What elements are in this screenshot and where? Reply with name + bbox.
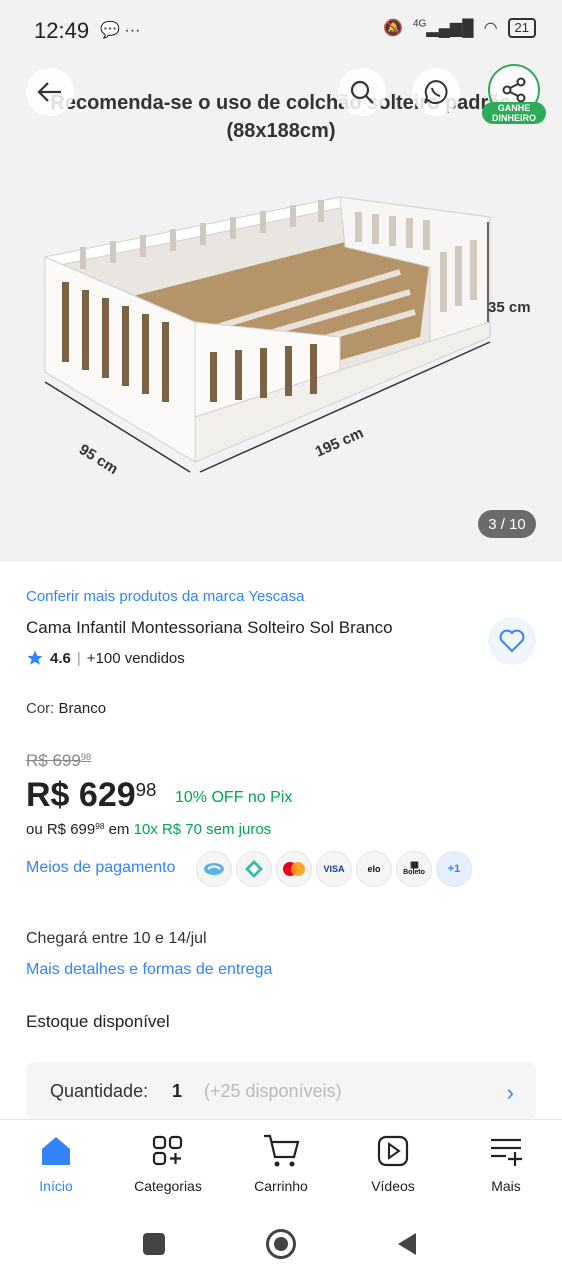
stock-title: Estoque disponível xyxy=(26,1012,170,1031)
dimension-height: 35 cm xyxy=(488,299,531,316)
separator: | xyxy=(76,649,81,667)
mastercard-icon xyxy=(276,851,312,887)
boleto-icon: |||||||| Boleto xyxy=(396,851,432,887)
gallery-caption-line2: (88x188cm) xyxy=(226,120,336,142)
home-icon xyxy=(42,1137,70,1165)
nav-home[interactable]: Início xyxy=(0,1120,112,1210)
nav-videos[interactable]: Vídeos xyxy=(337,1120,449,1210)
current-price: R$ 62998 xyxy=(26,776,157,814)
wifi-icon: ◠ xyxy=(483,20,498,37)
home-circle-icon[interactable] xyxy=(266,1229,296,1259)
rating-value: 4.6 xyxy=(50,649,71,667)
delivery-details-link[interactable]: Mais detalhes e formas de entrega xyxy=(26,961,272,979)
back-triangle-icon[interactable] xyxy=(396,1231,418,1257)
product-gallery[interactable]: Recomenda-se o uso de colchão solteiro p… xyxy=(0,62,562,562)
installments: ou R$ 69998 em 10x R$ 70 sem juros xyxy=(26,821,272,838)
battery-icon: 21 xyxy=(507,18,536,38)
categories-icon xyxy=(152,1135,183,1166)
color-label: Cor: xyxy=(26,700,55,717)
status-icons: 🔕 4G▂▄▆█ ◠ 21 xyxy=(383,18,536,38)
quantity-label: Quantidade: xyxy=(50,1081,149,1101)
pix-icon xyxy=(236,851,272,887)
image-counter: 3 / 10 xyxy=(478,510,536,538)
payment-methods-link[interactable]: Meios de pagamento xyxy=(26,859,175,877)
pix-discount: 10% OFF no Pix xyxy=(175,789,293,806)
dimension-width: 95 cm xyxy=(76,441,121,478)
mute-icon: 🔕 xyxy=(383,20,403,37)
video-icon xyxy=(377,1135,409,1167)
chevron-right-icon: › xyxy=(506,1080,514,1105)
status-bar: 12:49 💬 ··· 🔕 4G▂▄▆█ ◠ 21 xyxy=(0,0,562,62)
brand-link[interactable]: Conferir mais produtos da marca Yescasa xyxy=(26,588,304,605)
search-button[interactable] xyxy=(338,68,386,116)
nav-cart[interactable]: Carrinho xyxy=(225,1120,337,1210)
menu-plus-icon xyxy=(491,1138,522,1166)
quantity-selector[interactable]: Quantidade: 1 (+25 disponíveis) › xyxy=(26,1062,536,1120)
whatsapp-button[interactable] xyxy=(412,68,460,116)
favorite-button[interactable] xyxy=(488,617,536,665)
sold-count: +100 vendidos xyxy=(86,649,185,667)
color-value: Branco xyxy=(58,700,107,717)
share-icon xyxy=(502,77,526,103)
quantity-available: (+25 disponíveis) xyxy=(204,1081,342,1101)
more-payments-badge[interactable]: +1 xyxy=(436,851,472,887)
chat-notification-icon: 💬 ··· xyxy=(100,22,141,39)
status-time: 12:49 xyxy=(34,18,90,43)
bottom-navigation: Início Categorias Carrinho Vídeos Mais xyxy=(0,1119,562,1210)
recents-icon[interactable] xyxy=(143,1233,165,1255)
color-selector[interactable]: Cor: Branco xyxy=(26,700,106,717)
star-icon xyxy=(27,650,43,665)
heart-icon xyxy=(499,629,525,653)
whatsapp-icon xyxy=(424,79,448,104)
nav-more[interactable]: Mais xyxy=(450,1120,562,1210)
search-icon xyxy=(350,80,374,104)
product-image-bed: 35 cm 95 cm 195 cm xyxy=(44,196,531,478)
cart-icon xyxy=(264,1134,300,1167)
system-navigation xyxy=(0,1209,562,1280)
nav-categories[interactable]: Categorias xyxy=(112,1120,224,1210)
payment-icons[interactable]: VISA elo |||||||| Boleto +1 xyxy=(196,851,472,887)
signal-icon: 4G▂▄▆█ xyxy=(412,18,474,37)
product-title: Cama Infantil Montessoriana Solteiro Sol… xyxy=(26,618,393,637)
earn-money-badge: GANHE DINHEIRO xyxy=(482,102,546,124)
back-button[interactable] xyxy=(26,68,74,116)
delivery-eta: Chegará entre 10 e 14/jul xyxy=(26,930,207,947)
elo-icon: elo xyxy=(356,851,392,887)
dimension-length: 195 cm xyxy=(313,424,366,460)
rating-row[interactable]: 4.6 | +100 vendidos xyxy=(26,649,185,667)
old-price: R$ 69998 xyxy=(26,751,92,770)
visa-icon: VISA xyxy=(316,851,352,887)
arrow-left-icon xyxy=(37,82,61,102)
gallery-caption-line1: Recomenda-se o uso de colchão solteiro p… xyxy=(50,92,512,114)
quantity-value: 1 xyxy=(172,1081,183,1101)
mercado-pago-icon xyxy=(196,851,232,887)
